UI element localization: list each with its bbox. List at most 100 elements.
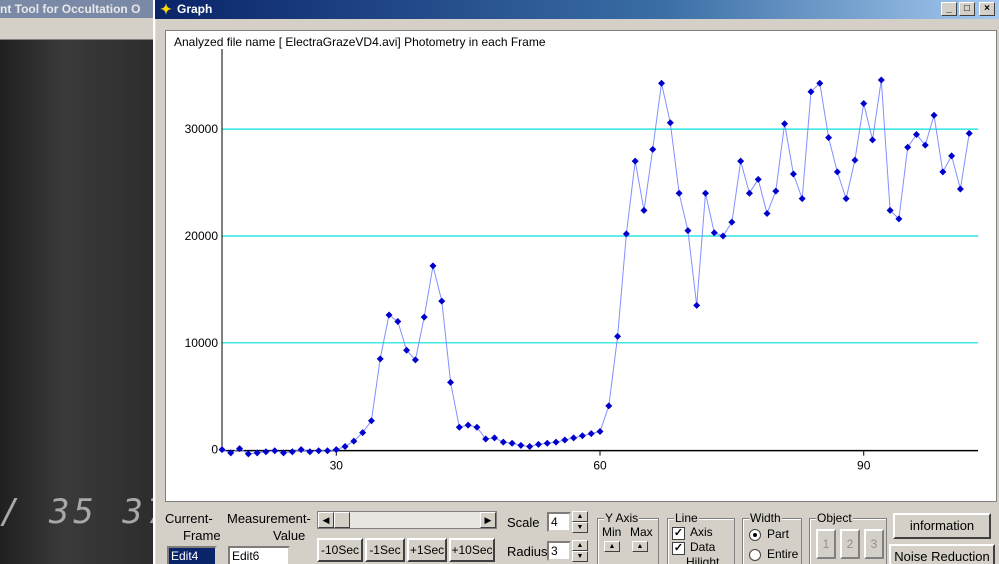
width-group-title: Width [749, 511, 782, 525]
data-point-42 [587, 430, 595, 438]
data-point-56 [710, 229, 718, 237]
data-point-31 [491, 434, 499, 442]
x-tick-label-0: 30 [330, 459, 344, 473]
minus-1sec-button[interactable]: -1Sec [365, 538, 405, 562]
data-point-13 [332, 446, 340, 454]
data-point-27 [455, 423, 463, 431]
data-point-35 [526, 442, 534, 450]
plus-10sec-button[interactable]: +10Sec [449, 538, 495, 562]
scale-label: Scale [507, 515, 540, 530]
information-button[interactable]: information [893, 513, 991, 539]
x-tick-label-2: 90 [857, 459, 871, 473]
plus-1sec-button[interactable]: +1Sec [407, 538, 447, 562]
data-point-82 [939, 168, 947, 176]
data-point-63 [772, 187, 780, 195]
measurement-value-input[interactable]: Edit6 [228, 546, 290, 564]
data-point-55 [701, 189, 709, 197]
width-entire-radio[interactable] [749, 549, 761, 561]
data-point-81 [930, 111, 938, 119]
y-max-up-icon[interactable]: ▲ [632, 541, 648, 552]
width-part-label: Part [767, 527, 790, 541]
radius-down-icon[interactable]: ▼ [572, 551, 588, 562]
data-point-41 [578, 432, 586, 440]
y-axis-title: Y Axis [604, 511, 640, 525]
radius-up-icon[interactable]: ▲ [572, 540, 588, 551]
width-group: Width Part Entire [742, 511, 802, 564]
sparkle-icon: ✦ [160, 1, 172, 17]
data-point-60 [745, 189, 753, 197]
background-app-toolbar [0, 18, 160, 40]
data-point-37 [543, 439, 551, 447]
data-point-12 [323, 447, 331, 455]
current-frame-input[interactable]: Edit4 [167, 546, 217, 564]
data-point-85 [965, 129, 973, 137]
data-point-58 [728, 218, 736, 226]
scroll-left-arrow-icon[interactable]: ◀ [318, 512, 334, 528]
graph-window: ✦ Graph _ □ × 0 10000 20000 30000 30 60 90 Ana… [153, 0, 999, 564]
close-button[interactable]: × [979, 2, 995, 16]
data-point-49 [649, 145, 657, 153]
data-checkbox[interactable]: ✓ [672, 542, 685, 555]
data-point-19 [385, 311, 393, 319]
data-point-47 [631, 157, 639, 165]
minimize-button[interactable]: _ [941, 2, 957, 16]
photometry-chart: 0 10000 20000 30000 30 60 90 [185, 49, 978, 473]
data-point-36 [534, 440, 542, 448]
current-frame-label-2: Frame [183, 528, 221, 543]
scale-down-icon[interactable]: ▼ [572, 522, 588, 533]
hilight-checkbox-label: Hilight [686, 555, 720, 564]
frame-scrollbar[interactable]: ◀ ▶ [317, 511, 497, 529]
data-point-84 [956, 185, 964, 193]
radius-input[interactable]: 3 [547, 541, 571, 561]
data-point-3 [244, 450, 252, 458]
data-point-78 [904, 143, 912, 151]
scroll-thumb[interactable] [334, 512, 350, 528]
axis-checkbox-label: Axis [690, 525, 713, 539]
object-2-button[interactable]: 2 [840, 529, 860, 559]
data-point-65 [789, 170, 797, 178]
series-line-0 [221, 79, 970, 455]
scale-input[interactable]: 4 [547, 512, 571, 532]
data-point-71 [842, 195, 850, 203]
object-group: Object 1 2 3 [809, 511, 887, 564]
data-checkbox-label: Data [690, 540, 716, 554]
maximize-button[interactable]: □ [959, 2, 975, 16]
minus-10sec-button[interactable]: -10Sec [317, 538, 363, 562]
data-point-83 [948, 152, 956, 160]
data-point-70 [833, 168, 841, 176]
data-point-53 [684, 227, 692, 235]
data-point-38 [552, 438, 560, 446]
scroll-right-arrow-icon[interactable]: ▶ [480, 512, 496, 528]
data-point-5 [262, 448, 270, 456]
plot-panel: 0 10000 20000 30000 30 60 90 Analyzed file nam… [165, 30, 997, 502]
data-point-8 [288, 448, 296, 456]
data-point-24 [429, 262, 437, 270]
object-3-button[interactable]: 3 [864, 529, 884, 559]
graph-titlebar[interactable]: ✦ Graph _ □ × [155, 0, 999, 19]
radius-label: Radius [507, 544, 548, 559]
data-point-69 [825, 134, 833, 142]
data-point-26 [447, 378, 455, 386]
data-point-44 [605, 402, 613, 410]
data-point-10 [306, 448, 314, 456]
object-1-button[interactable]: 1 [816, 529, 836, 559]
data-point-20 [394, 317, 402, 325]
background-app-window: nt Tool for Occultation O / 35 37 [0, 0, 160, 564]
data-point-74 [869, 136, 877, 144]
noise-reduction-button[interactable]: Noise Reduction [889, 544, 995, 564]
data-point-75 [877, 76, 885, 84]
background-app-title[interactable]: nt Tool for Occultation O [0, 0, 160, 18]
background-video-frame [0, 40, 160, 564]
data-point-40 [570, 434, 578, 442]
width-part-radio[interactable] [749, 529, 761, 541]
data-point-0 [218, 446, 226, 454]
data-point-73 [860, 99, 868, 107]
data-point-61 [754, 175, 762, 183]
width-entire-label: Entire [767, 547, 799, 561]
scale-up-icon[interactable]: ▲ [572, 511, 588, 522]
video-timestamp: / 35 37 [0, 492, 160, 532]
y-min-up-icon[interactable]: ▲ [604, 541, 620, 552]
data-point-11 [315, 447, 323, 455]
axis-checkbox[interactable]: ✓ [672, 527, 685, 540]
object-group-title: Object [816, 511, 853, 525]
